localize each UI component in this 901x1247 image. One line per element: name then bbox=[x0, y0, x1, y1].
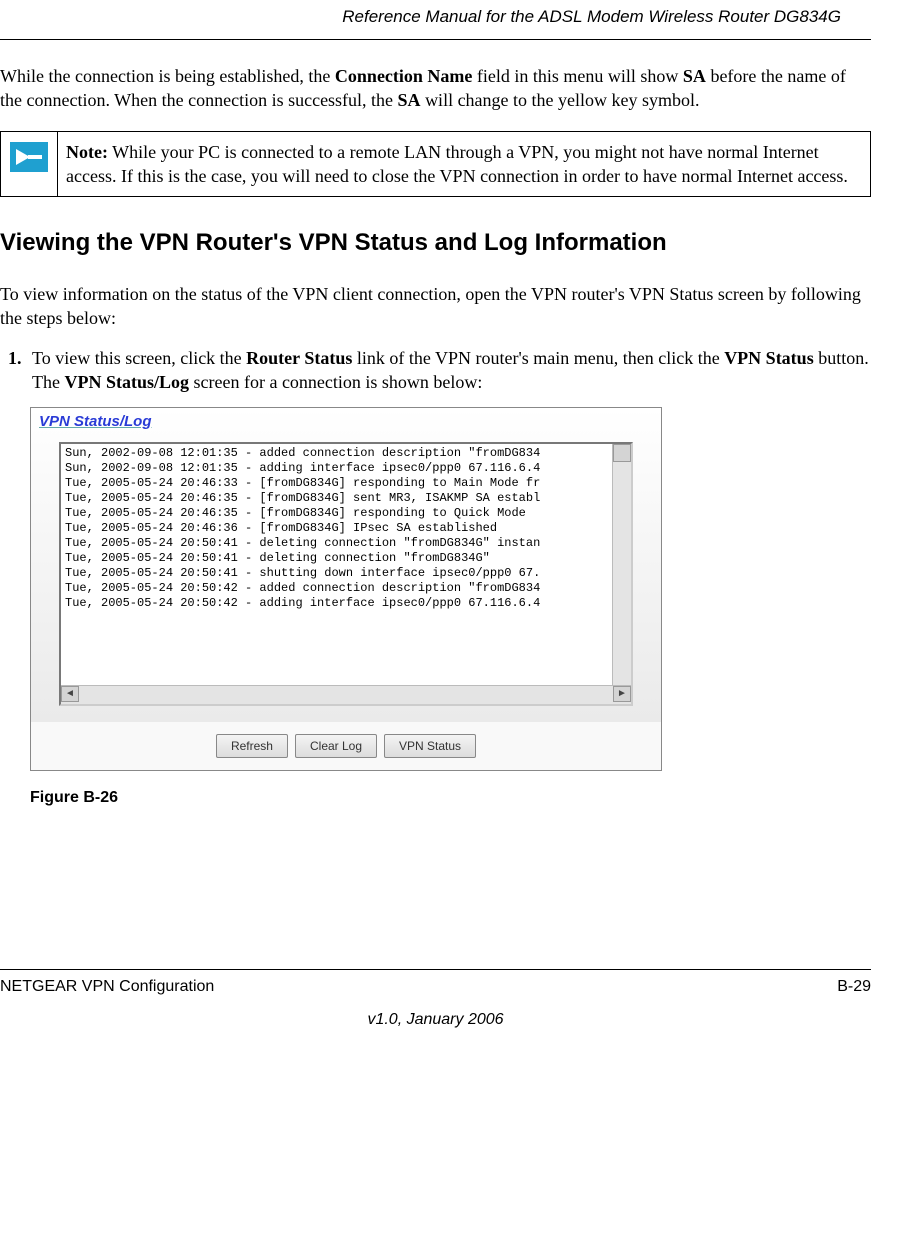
note-box: Note: While your PC is connected to a re… bbox=[0, 131, 871, 198]
refresh-button[interactable]: Refresh bbox=[216, 734, 288, 758]
footer-left: NETGEAR VPN Configuration bbox=[0, 976, 214, 998]
page-header: Reference Manual for the ADSL Modem Wire… bbox=[0, 0, 871, 40]
footer-right: B-29 bbox=[837, 976, 871, 998]
vpn-status-screenshot: VPN Status/Log Sun, 2002-09-08 12:01:35 … bbox=[30, 407, 662, 771]
intro-paragraph: While the connection is being establishe… bbox=[0, 64, 871, 113]
step1-part-1: Router Status bbox=[246, 348, 352, 368]
log-content: Sun, 2002-09-08 12:01:35 - added connect… bbox=[61, 444, 631, 613]
intro-part-0: While the connection is being establishe… bbox=[0, 66, 335, 86]
step1-part-6: screen for a connection is shown below: bbox=[189, 372, 482, 392]
note-text: Note: While your PC is connected to a re… bbox=[58, 132, 870, 197]
footer-version: v1.0, January 2006 bbox=[0, 1009, 871, 1031]
vpn-status-button[interactable]: VPN Status bbox=[384, 734, 476, 758]
intro-part-6: will change to the yellow key symbol. bbox=[421, 90, 700, 110]
note-icon-cell bbox=[1, 132, 58, 197]
figure-caption: Figure B-26 bbox=[30, 787, 871, 809]
scroll-right-button[interactable]: ► bbox=[613, 686, 631, 702]
scroll-up-button[interactable] bbox=[613, 444, 631, 462]
note-label: Note: bbox=[66, 142, 108, 162]
screenshot-header: VPN Status/Log Sun, 2002-09-08 12:01:35 … bbox=[31, 408, 661, 722]
vpn-status-log-title: VPN Status/Log bbox=[39, 412, 653, 436]
scroll-left-button[interactable]: ◄ bbox=[61, 686, 79, 702]
section-intro: To view information on the status of the… bbox=[0, 282, 871, 331]
intro-part-2: field in this menu will show bbox=[472, 66, 683, 86]
intro-part-5: SA bbox=[398, 90, 421, 110]
arrow-right-icon bbox=[10, 142, 48, 172]
step1-part-5: VPN Status/Log bbox=[64, 372, 189, 392]
intro-part-1: Connection Name bbox=[335, 66, 473, 86]
step-1: To view this screen, click the Router St… bbox=[26, 346, 871, 395]
log-textarea[interactable]: Sun, 2002-09-08 12:01:35 - added connect… bbox=[59, 442, 633, 706]
step1-part-3: VPN Status bbox=[724, 348, 814, 368]
page-footer: NETGEAR VPN Configuration B-29 bbox=[0, 969, 871, 1002]
clear-log-button[interactable]: Clear Log bbox=[295, 734, 377, 758]
button-row: Refresh Clear Log VPN Status bbox=[31, 722, 661, 770]
horizontal-scrollbar[interactable]: ◄ ► bbox=[61, 685, 631, 704]
section-heading: Viewing the VPN Router's VPN Status and … bbox=[0, 227, 871, 259]
step1-part-2: link of the VPN router's main menu, then… bbox=[352, 348, 724, 368]
intro-part-3: SA bbox=[683, 66, 706, 86]
step1-part-0: To view this screen, click the bbox=[32, 348, 246, 368]
vertical-scrollbar[interactable] bbox=[612, 444, 631, 686]
note-body: While your PC is connected to a remote L… bbox=[66, 142, 848, 186]
